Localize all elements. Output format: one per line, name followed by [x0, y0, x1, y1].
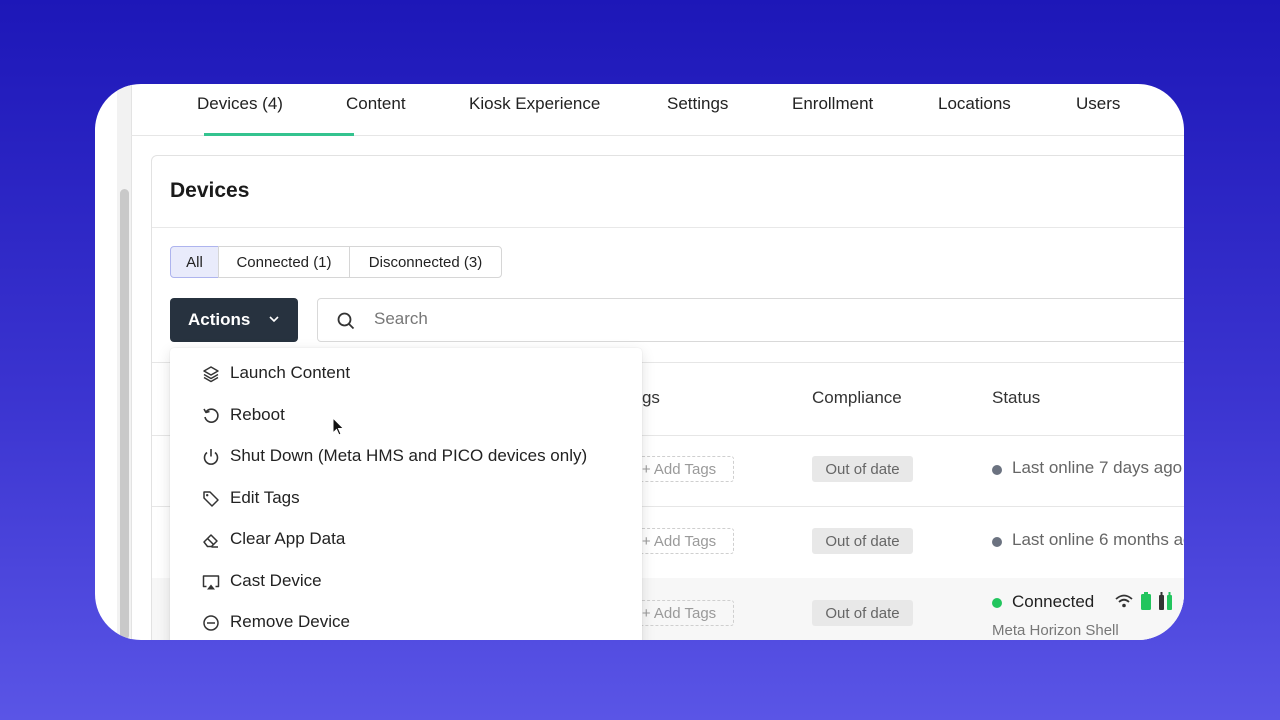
remove-circle-icon [203, 615, 219, 631]
tab-devices[interactable]: Devices (4) [197, 94, 283, 114]
reboot-icon [203, 408, 219, 423]
menu-item-label: Cast Device [230, 571, 322, 590]
active-tab-indicator [204, 133, 354, 136]
top-nav: Devices (4) Content Kiosk Experience Set… [131, 84, 1184, 136]
menu-item-edit-tags[interactable]: Edit Tags [170, 478, 642, 518]
column-header-compliance[interactable]: Compliance [812, 388, 902, 408]
controller-battery-icon [1159, 592, 1172, 610]
filter-all[interactable]: All [170, 246, 219, 278]
layers-icon [203, 366, 219, 383]
menu-item-label: Remove Device [230, 612, 350, 631]
compliance-badge: Out of date [812, 456, 913, 482]
wifi-icon [1115, 594, 1133, 608]
menu-item-label: Clear App Data [230, 529, 346, 548]
status-text: Last online 7 days ago [1012, 458, 1183, 477]
panel-header: Devices [152, 156, 1184, 228]
column-header-status[interactable]: Status [992, 388, 1040, 408]
status-dot-offline [992, 465, 1002, 475]
actions-label: Actions [188, 310, 251, 329]
status-dot-offline [992, 537, 1002, 547]
status-dot-online [992, 598, 1002, 608]
status-text: Connected [1012, 592, 1095, 611]
menu-item-label: Shut Down (Meta HMS and PICO devices onl… [230, 446, 588, 465]
tab-locations[interactable]: Locations [938, 94, 1011, 114]
mouse-cursor [332, 417, 345, 436]
tab-settings[interactable]: Settings [667, 94, 728, 114]
menu-item-clear-app-data[interactable]: Clear App Data [170, 519, 642, 559]
tab-kiosk-experience[interactable]: Kiosk Experience [469, 94, 600, 114]
menu-item-reboot[interactable]: Reboot [170, 395, 642, 435]
tab-content[interactable]: Content [346, 94, 406, 114]
actions-dropdown-menu: Launch Content Reboot Shut Down (Meta HM… [170, 348, 642, 640]
compliance-badge: Out of date [812, 528, 913, 554]
search-icon [337, 312, 355, 330]
menu-item-label: Reboot [230, 405, 285, 424]
actions-button[interactable]: Actions [170, 298, 298, 342]
app-window: Devices (4) Content Kiosk Experience Set… [95, 84, 1184, 640]
eraser-icon [203, 534, 218, 548]
page-title: Devices [170, 179, 250, 202]
menu-item-cast-device[interactable]: Cast Device [170, 561, 642, 601]
power-icon [203, 449, 219, 465]
menu-item-launch-content[interactable]: Launch Content [170, 353, 642, 393]
tag-icon [203, 491, 219, 507]
cast-icon [202, 575, 220, 590]
search-box[interactable] [317, 298, 1184, 342]
compliance-badge: Out of date [812, 600, 913, 626]
menu-item-label: Edit Tags [230, 488, 300, 507]
devices-panel: Devices All Connected (1) Disconnected (… [151, 155, 1184, 640]
menu-item-label: Launch Content [230, 363, 351, 382]
tab-users[interactable]: Users [1076, 94, 1120, 114]
status-text: Last online 6 months ago [1012, 530, 1184, 549]
status-subtext: Meta Horizon Shell [992, 622, 1119, 639]
search-input[interactable] [372, 308, 976, 330]
scrollbar-thumb[interactable] [120, 189, 129, 640]
battery-icon [1141, 592, 1151, 610]
tab-enrollment[interactable]: Enrollment [792, 94, 873, 114]
filter-disconnected[interactable]: Disconnected (3) [349, 246, 502, 278]
chevron-down-icon [269, 316, 279, 323]
filter-connected[interactable]: Connected (1) [218, 246, 350, 278]
menu-item-shut-down[interactable]: Shut Down (Meta HMS and PICO devices onl… [170, 436, 642, 476]
menu-item-remove-device[interactable]: Remove Device [170, 602, 642, 640]
